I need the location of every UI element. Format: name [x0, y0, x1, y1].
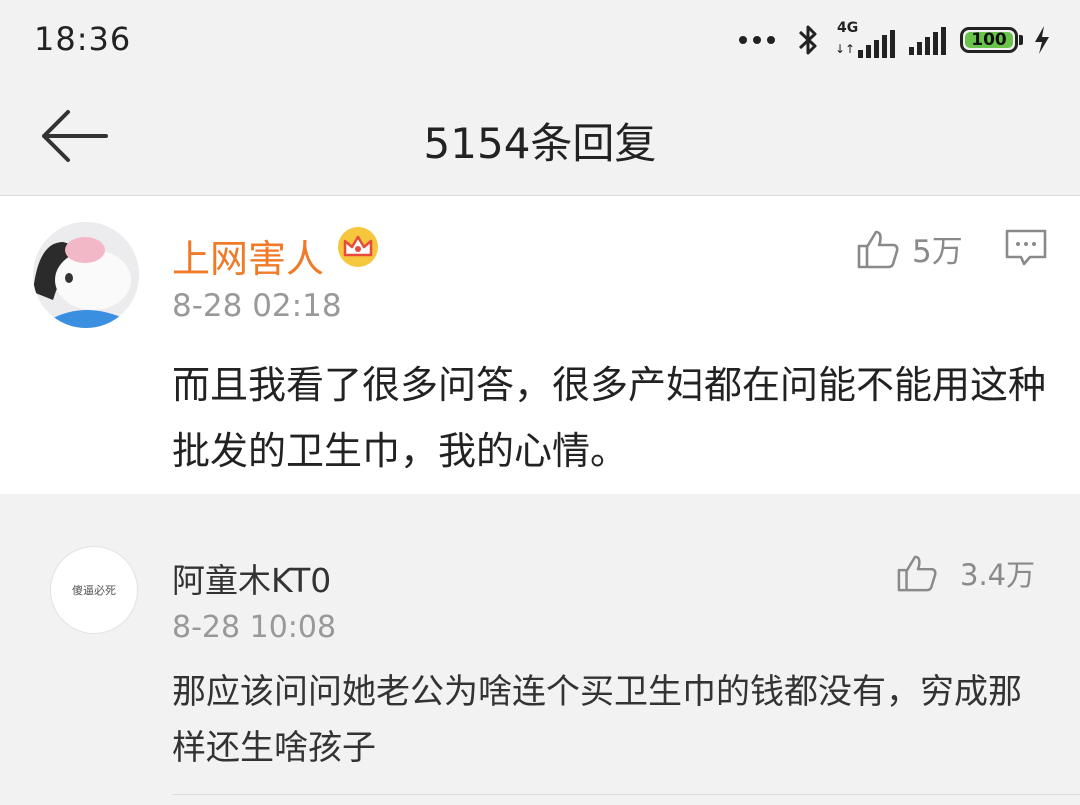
- battery-level: 100: [965, 31, 1013, 48]
- username[interactable]: 阿童木KT0: [172, 554, 331, 602]
- like-button[interactable]: 5万: [856, 226, 963, 271]
- battery-icon: 100: [960, 27, 1023, 53]
- status-time: 18:36: [34, 20, 132, 58]
- like-count: 3.4万: [960, 558, 1036, 592]
- thumbs-up-icon: [897, 555, 937, 592]
- signal-icon: [858, 28, 895, 58]
- network-arrows: ↓↑: [835, 42, 856, 56]
- timestamp: 8-28 10:08: [172, 610, 337, 645]
- main-comment: 上网害人 8-28 02:18 5万 而且我看了很多问答，很多产妇都在问能不能用…: [0, 196, 1080, 494]
- charging-bolt-icon: [1035, 26, 1049, 54]
- crown-icon: [338, 227, 378, 267]
- reply-item: 傻逼必死 阿童木KT0 8-28 10:08 3.4万 那应该问问她老公为啥连个…: [0, 524, 1080, 805]
- cellular-4g: 4G ↓↑: [835, 20, 895, 60]
- timestamp: 8-28 02:18: [172, 288, 342, 324]
- username[interactable]: 上网害人: [172, 228, 324, 283]
- thumbs-up-icon: [857, 230, 899, 268]
- divider: [172, 794, 1080, 795]
- like-button[interactable]: 3.4万: [896, 552, 1035, 594]
- page-title: 5154条回复: [423, 119, 657, 168]
- bluetooth-icon: [798, 25, 817, 55]
- reply-text: 那应该问问她老公为啥连个买卫生巾的钱都没有，穷成那样还生啥孩子: [172, 672, 1022, 768]
- status-icons: 4G ↓↑ 100: [739, 18, 1052, 62]
- network-label: 4G: [837, 20, 859, 36]
- signal-icon: [909, 25, 946, 55]
- comment-text: 而且我看了很多问答，很多产妇都在问能不能用这种批发的卫生巾，我的心情。: [172, 363, 1047, 473]
- more-dots-icon: [739, 36, 775, 44]
- like-count: 5万: [912, 234, 963, 270]
- comment-icon[interactable]: [1004, 228, 1048, 268]
- status-bar: 18:36 4G ↓↑ 100: [0, 0, 1080, 80]
- avatar-image: [33, 222, 139, 328]
- avatar[interactable]: [33, 222, 139, 328]
- nav-bar: 5154条回复: [0, 80, 1080, 196]
- avatar[interactable]: 傻逼必死: [50, 546, 138, 634]
